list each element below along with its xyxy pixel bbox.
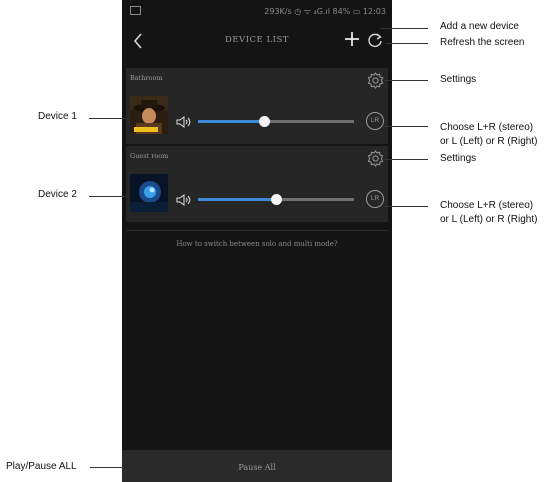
add-device-button[interactable]: [342, 29, 362, 49]
phone-screen: 293K/s ◷ ᯤ ₄G.ıl 84% ▭ 12:03 DEVICE LIST…: [122, 0, 392, 482]
callout-channel-2-line2: or L (Left) or R (Right): [440, 214, 538, 225]
status-text: 293K/s ◷ ᯤ ₄G.ıl 84% ▭ 12:03: [264, 7, 386, 16]
volume-knob[interactable]: [258, 116, 270, 127]
callout-settings-2: Settings: [440, 153, 477, 164]
callout-line: [89, 118, 127, 119]
device-name: Guest room: [130, 152, 169, 160]
notification-icon: [130, 6, 141, 15]
callout-line: [384, 126, 428, 127]
device-name: Bathroom: [130, 74, 163, 82]
title-bar: DEVICE LIST: [122, 22, 392, 62]
speaker-icon[interactable]: [176, 193, 192, 206]
callout-add-device: Add a new device: [440, 21, 519, 32]
refresh-button[interactable]: [366, 31, 384, 49]
settings-button[interactable]: [367, 150, 384, 167]
channel-button[interactable]: LR: [366, 190, 384, 208]
callout-line: [386, 43, 428, 44]
gear-icon: [367, 72, 384, 89]
callout-line: [89, 196, 127, 197]
callout-refresh: Refresh the screen: [440, 37, 525, 48]
callout-line: [384, 206, 428, 207]
callout-play-pause-all: Play/Pause ALL: [6, 461, 77, 472]
callout-channel-1-line1: Choose L+R (stereo): [440, 122, 534, 133]
status-bar: 293K/s ◷ ᯤ ₄G.ıl 84% ▭ 12:03: [122, 0, 392, 22]
help-link[interactable]: How to switch between solo and multi mod…: [122, 240, 392, 248]
callout-channel-1-line2: or L (Left) or R (Right): [440, 136, 538, 147]
add-icon: [345, 32, 359, 46]
callout-line: [90, 467, 124, 468]
device-card[interactable]: Guest room LR: [126, 146, 388, 222]
callout-line: [380, 28, 428, 29]
callout-device-2: Device 2: [38, 189, 77, 200]
callout-channel-2-line1: Choose L+R (stereo): [440, 200, 534, 211]
callout-device-1: Device 1: [38, 111, 77, 122]
gear-icon: [367, 150, 384, 167]
settings-button[interactable]: [367, 72, 384, 89]
callout-settings-1: Settings: [440, 74, 477, 85]
volume-knob[interactable]: [271, 194, 282, 205]
callout-line: [384, 80, 428, 81]
channel-button[interactable]: LR: [366, 112, 384, 130]
volume-slider[interactable]: [198, 116, 354, 127]
volume-fill: [198, 198, 276, 201]
callout-line: [384, 159, 428, 160]
speaker-icon[interactable]: [176, 115, 192, 128]
pause-all-button[interactable]: Pause All: [122, 463, 392, 472]
device-artwork: [130, 96, 168, 134]
volume-slider[interactable]: [198, 194, 354, 205]
volume-fill: [198, 120, 264, 123]
device-card[interactable]: Bathroom LR: [126, 68, 388, 144]
device-artwork: [130, 174, 168, 212]
bottom-bar: Pause All: [122, 450, 392, 482]
divider: [126, 230, 388, 231]
refresh-icon: [368, 33, 382, 47]
